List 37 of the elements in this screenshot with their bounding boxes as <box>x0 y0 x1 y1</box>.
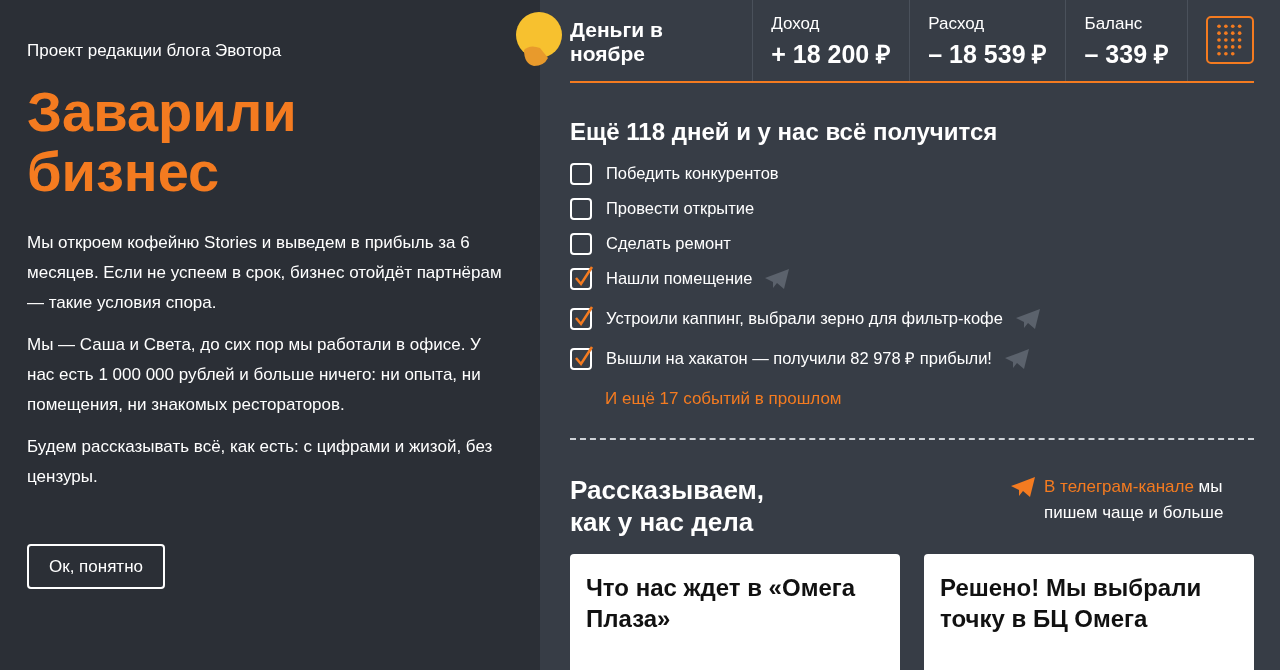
card-title: Что нас ждет в «Омега Плаза» <box>586 572 857 634</box>
telegram-note: В телеграм-канале мы пишем чаще и больше <box>1044 475 1225 524</box>
goal-text: Провести открытие <box>606 197 755 219</box>
thinking-emoji-icon <box>514 10 564 68</box>
page-title: Заварили бизнес <box>27 81 298 202</box>
goal-text: Устроили каппинг, выбрали зерно для фильтр-кофе <box>606 307 1003 329</box>
stat-label: Баланс <box>1084 14 1144 34</box>
goal-text: Нашли помещение <box>606 267 753 289</box>
stat-value: – 339 ₽ <box>1084 39 1169 70</box>
card-title: Решено! Мы выбрали точку в БЦ Омега <box>940 572 1203 634</box>
checkbox[interactable] <box>570 266 594 290</box>
stat-label: Доход <box>771 14 821 34</box>
ok-button[interactable]: Ок, понятно <box>27 543 165 589</box>
telegram-link[interactable]: В телеграм-канале <box>1044 476 1194 496</box>
stat-label: Расход <box>928 14 986 34</box>
checkbox[interactable] <box>570 306 594 330</box>
money-title: Деньги в ноябре <box>570 17 664 67</box>
goal-text: Вышли на хакатон — получили 82 978 ₽ прибыли! <box>606 347 992 369</box>
paper-plane-icon <box>1010 475 1036 498</box>
intro-paragraph: Мы откроем кофейню Stories и выведем в прибыль за 6 месяцев. Если не успеем в срок, бизнес отойдёт партнёрам — такие условия спора. <box>27 231 502 314</box>
kicker-text: Проект редакции блога Эвотора <box>27 40 283 62</box>
checkbox[interactable] <box>570 161 594 185</box>
checkbox[interactable] <box>570 231 594 255</box>
goal-text: Победить конкурентов <box>606 162 779 184</box>
stat-value: + 18 200 ₽ <box>771 39 892 70</box>
past-events-link[interactable]: И ещё 17 событий в прошлом <box>605 386 842 412</box>
checkbox[interactable] <box>570 196 594 220</box>
goal-text: Сделать ремонт <box>606 232 731 254</box>
calendar-grid-icon[interactable] <box>1206 16 1254 64</box>
checkbox[interactable] <box>570 346 594 370</box>
intro-paragraph: Мы — Саша и Света, до сих пор мы работали в офисе. У нас есть 1 000 000 рублей и больше ничего: ни опыта, ни помещения, ни знакомых рестораторов. <box>27 333 482 416</box>
goals-heading: Ещё 118 дней и у нас всё получится <box>570 117 999 147</box>
stat-value: – 18 539 ₽ <box>928 39 1048 70</box>
intro-paragraph: Будем рассказывать всё, как есть: с цифрами и жизой, без цензуры. <box>27 435 494 488</box>
news-card[interactable]: Что нас ждет в «Омега Плаза» <box>570 553 900 670</box>
news-heading: Рассказываем, как у нас дела <box>570 473 765 538</box>
news-card[interactable]: Решено! Мы выбрали точку в БЦ Омега <box>924 553 1254 670</box>
